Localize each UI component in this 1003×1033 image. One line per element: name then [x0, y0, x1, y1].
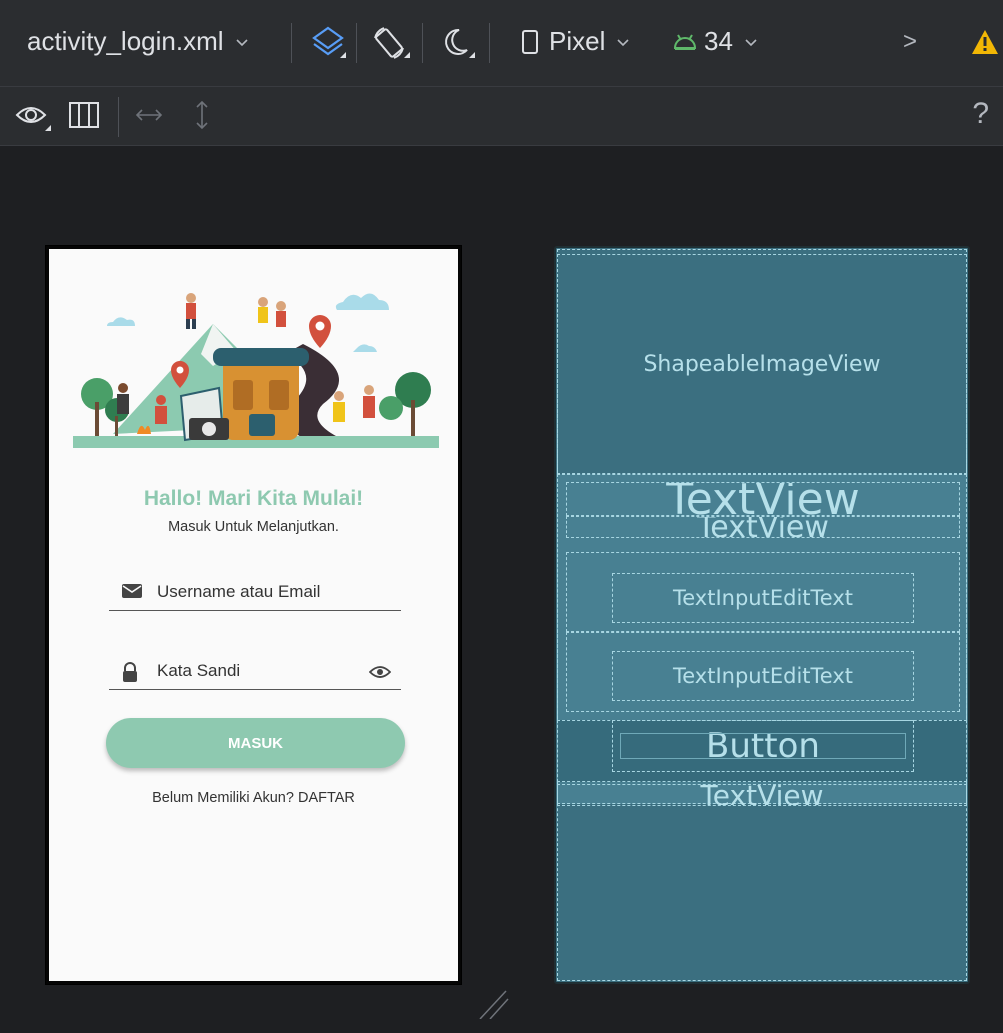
blueprint-button-inner	[620, 733, 906, 759]
toolbar-separator	[118, 97, 119, 137]
phone-icon	[522, 29, 538, 54]
blueprint-register-textview[interactable]: TextView	[557, 784, 967, 806]
vertical-arrows-icon[interactable]	[190, 99, 214, 131]
device-name: Pixel	[549, 26, 606, 56]
register-link[interactable]: Belum Memiliki Akun? DAFTAR	[49, 790, 458, 806]
lock-icon	[123, 662, 137, 682]
help-button[interactable]: ?	[972, 97, 989, 131]
toolbar-separator	[489, 23, 490, 63]
password-field[interactable]: Kata Sandi	[109, 655, 401, 690]
rotate-icon[interactable]	[370, 24, 410, 62]
greeting-title: Hallo! Mari Kita Mulai!	[143, 487, 364, 510]
view-toolbar	[0, 87, 1003, 146]
toolbar-separator	[422, 23, 423, 63]
toolbar-separator	[291, 23, 292, 63]
file-name: activity_login.xml	[27, 26, 224, 56]
blueprint-image-view[interactable]: ShapeableImageView	[557, 254, 967, 474]
chevron-down-icon	[235, 38, 248, 46]
username-field[interactable]: Username atau Email	[109, 576, 401, 611]
api-level: 34	[704, 26, 733, 56]
moon-icon[interactable]	[439, 24, 475, 62]
warning-icon[interactable]	[971, 28, 999, 56]
horizontal-arrows-icon[interactable]	[134, 103, 164, 127]
android-icon	[673, 33, 697, 50]
greeting-subtitle: Masuk Untuk Melanjutkan.	[168, 519, 339, 535]
layers-icon[interactable]	[310, 24, 346, 62]
blueprint-password-input[interactable]: TextInputEditText	[612, 651, 914, 701]
blueprint-title-textview[interactable]: TextView	[566, 482, 960, 516]
chevron-down-icon	[745, 38, 757, 46]
hiking-illustration	[73, 293, 439, 448]
design-preview[interactable]: Hallo! Mari Kita Mulai! Masuk Untuk Mela…	[46, 246, 461, 984]
eye-icon[interactable]	[369, 665, 391, 679]
mail-icon	[122, 584, 142, 598]
design-toolbar: activity_login.xml Pixel 34 >	[0, 0, 1003, 87]
eye-icon[interactable]	[15, 99, 51, 133]
username-hint: Username atau Email	[157, 582, 321, 601]
blueprint-subtitle-textview[interactable]: TextView	[566, 516, 960, 538]
blueprint-username-input[interactable]: TextInputEditText	[612, 573, 914, 623]
blueprint-preview[interactable]: ShapeableImageView TextView TextView Tex…	[554, 246, 970, 984]
toolbar-separator	[356, 23, 357, 63]
file-selector[interactable]: activity_login.xml	[27, 26, 250, 57]
password-hint: Kata Sandi	[157, 661, 241, 680]
login-button[interactable]: MASUK	[106, 718, 405, 768]
more-actions-button[interactable]: >	[903, 28, 917, 56]
split-columns-icon[interactable]	[68, 100, 100, 130]
device-selector[interactable]: Pixel	[521, 26, 631, 57]
api-level-selector[interactable]: 34	[673, 26, 759, 57]
resize-handle-icon[interactable]	[476, 985, 510, 1019]
chevron-down-icon	[617, 38, 629, 46]
